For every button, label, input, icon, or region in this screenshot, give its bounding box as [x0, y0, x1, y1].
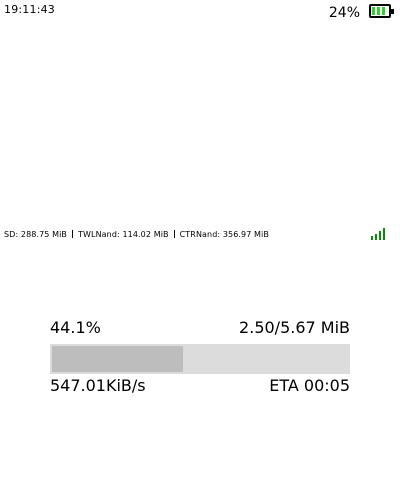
progress-size: 2.50/5.67 MiB	[239, 318, 350, 337]
battery-cell	[372, 7, 375, 15]
download-speed: 547.01KiB/s	[50, 376, 146, 395]
storage-info: SD: 288.75 MiB TWLNand: 114.02 MiB CTRNand…	[4, 230, 269, 239]
progress-header: 44.1% 2.50/5.67 MiB	[50, 318, 350, 340]
eta: ETA 00:05	[269, 376, 350, 395]
separator	[173, 230, 175, 238]
progress-bar-fill	[52, 346, 183, 372]
download-progress: 44.1% 2.50/5.67 MiB 547.01KiB/s ETA 00:0…	[50, 318, 350, 398]
progress-bar	[50, 344, 350, 374]
twlnand-space: TWLNand: 114.02 MiB	[78, 230, 169, 239]
signal-bars-icon	[371, 228, 387, 240]
signal-bar	[375, 234, 377, 240]
battery-cell	[382, 7, 385, 15]
progress-percent: 44.1%	[50, 318, 101, 337]
signal-bar	[379, 231, 381, 240]
ctrnand-space: CTRNand: 356.97 MiB	[179, 230, 269, 239]
progress-footer: 547.01KiB/s ETA 00:05	[50, 376, 350, 398]
clock: 19:11:43	[4, 3, 56, 16]
status-bar: 19:11:43 24%	[0, 0, 400, 26]
battery-cell	[377, 7, 380, 15]
separator	[72, 230, 74, 238]
battery-icon	[369, 4, 394, 18]
signal-bar	[383, 228, 385, 240]
sd-space: SD: 288.75 MiB	[4, 230, 68, 239]
signal-bar	[371, 236, 373, 240]
battery-percent: 24%	[328, 5, 360, 21]
